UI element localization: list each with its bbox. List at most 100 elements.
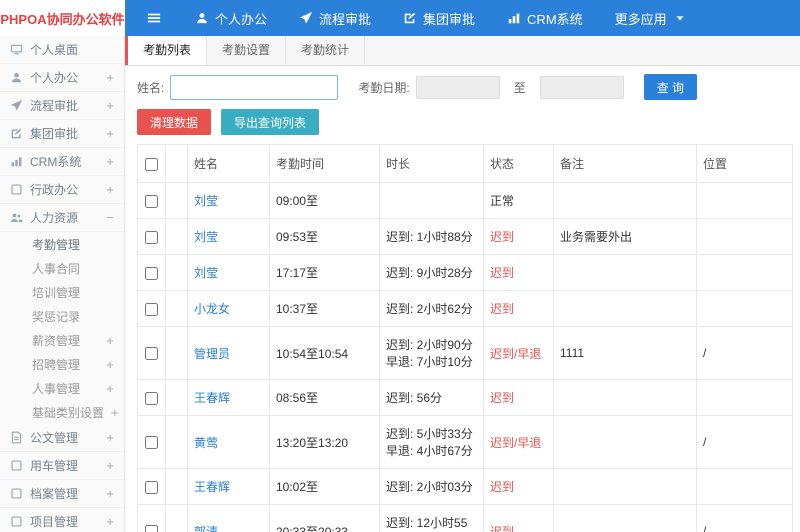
note-cell: 业务需要外出: [553, 218, 697, 255]
expand-toggle-icon[interactable]: −: [106, 210, 114, 225]
expand-toggle-icon[interactable]: +: [106, 182, 114, 197]
sidebar-item-project-management[interactable]: 项目管理 +: [0, 508, 124, 532]
expand-toggle-icon[interactable]: +: [106, 154, 114, 169]
sidebar-item-label: 人力资源: [30, 211, 79, 225]
sidebar-item-reward-punishment[interactable]: 奖惩记录: [0, 304, 124, 328]
sidebar-item-vehicle-management[interactable]: 用车管理 +: [0, 452, 124, 480]
employee-name-cell: 王春辉: [187, 468, 270, 505]
expand-toggle-icon[interactable]: +: [106, 126, 114, 141]
sidebar-item-personnel-management[interactable]: 人事管理 +: [0, 376, 124, 400]
note-cell: [553, 415, 697, 469]
date-end-input[interactable]: [539, 75, 624, 99]
sidebar-item-group-approval[interactable]: 集团审批 +: [0, 120, 124, 148]
column-header: 考勤时间: [269, 144, 380, 183]
row-checkbox[interactable]: [145, 302, 158, 316]
status-cell: 迟到: [483, 218, 554, 255]
employee-name-link[interactable]: 刘莹: [194, 266, 218, 280]
sidebar-item-crm-system[interactable]: CRM系统 +: [0, 148, 124, 176]
sidebar-item-admin-office[interactable]: 行政办公 +: [0, 176, 124, 204]
sidebar-item-training-management[interactable]: 培训管理: [0, 280, 124, 304]
topnav-item-crm-system[interactable]: CRM系统: [491, 0, 599, 36]
row-spacer-cell: [165, 415, 188, 469]
note-cell: [553, 504, 697, 532]
topnav-item-group-approval[interactable]: 集团审批: [387, 0, 491, 36]
expand-toggle-icon[interactable]: +: [106, 333, 114, 348]
topnav-item-label: 个人办公: [215, 11, 268, 27]
sidebar-item-label: 招聘管理: [32, 357, 81, 372]
filter-row: 姓名: 考勤日期: 至 查 询: [125, 66, 800, 107]
note-cell: [553, 254, 697, 291]
location-cell: [696, 468, 793, 505]
date-start-input[interactable]: [415, 75, 500, 99]
expand-toggle-icon[interactable]: +: [106, 514, 114, 529]
select-all-checkbox[interactable]: [145, 157, 158, 171]
search-button[interactable]: 查 询: [643, 74, 698, 100]
employee-name-cell: 郭清: [187, 504, 270, 532]
top-nav: 个人办公 流程审批 集团审批 CRM系统 更多应用: [179, 0, 703, 36]
employee-name-link[interactable]: 刘莹: [194, 230, 218, 244]
sidebar-item-workflow-approval[interactable]: 流程审批 +: [0, 92, 124, 120]
sidebar-item-salary-management[interactable]: 薪资管理 +: [0, 328, 124, 352]
expand-toggle-icon[interactable]: +: [106, 98, 114, 113]
sidebar-item-attendance-management[interactable]: 考勤管理: [0, 232, 124, 256]
topnav-item-more-apps[interactable]: 更多应用: [599, 0, 703, 36]
sidebar-item-archive-management[interactable]: 档案管理 +: [0, 480, 124, 508]
sidebar-item-label: 公文管理: [30, 431, 79, 445]
duration-cell: 迟到: 1小时88分: [379, 218, 484, 255]
status-cell: 迟到: [483, 290, 554, 327]
row-checkbox[interactable]: [145, 391, 158, 405]
export-list-button[interactable]: 导出查询列表: [221, 109, 320, 135]
table-row: 王春辉 10:02至 迟到: 2小时03分 迟到: [137, 468, 793, 505]
tab-attendance-list[interactable]: 考勤列表: [128, 36, 208, 65]
column-header: 时长: [379, 144, 484, 183]
sidebar: 个人桌面 个人办公 + 流程审批 + 集团审批 + CRM系统 + 行政办公 + 人力资源 − 考勤管理人…: [0, 36, 125, 532]
tab-attendance-settings[interactable]: 考勤设置: [207, 36, 287, 65]
sidebar-item-label: 人事管理: [32, 381, 81, 396]
row-checkbox[interactable]: [145, 194, 158, 208]
sidebar-item-document-management[interactable]: 公文管理 +: [0, 424, 124, 452]
expand-toggle-icon[interactable]: +: [106, 486, 114, 501]
sidebar-item-human-resources[interactable]: 人力资源 −: [0, 204, 124, 232]
tab-attendance-stats[interactable]: 考勤统计: [286, 36, 366, 65]
employee-name-link[interactable]: 王春辉: [194, 480, 230, 494]
expand-toggle-icon[interactable]: +: [106, 430, 114, 445]
name-filter-input[interactable]: [170, 74, 339, 100]
row-checkbox[interactable]: [145, 480, 158, 494]
row-checkbox[interactable]: [145, 347, 158, 361]
row-spacer-cell: [165, 504, 188, 532]
sidebar-item-personal-office[interactable]: 个人办公 +: [0, 64, 124, 92]
expand-toggle-icon[interactable]: +: [106, 458, 114, 473]
menu-toggle-button[interactable]: [147, 11, 161, 25]
attendance-time-cell: 17:17至: [269, 254, 380, 291]
sidebar-item-label: 项目管理: [30, 515, 79, 529]
expand-toggle-icon[interactable]: +: [106, 381, 114, 396]
select-all-cell: [137, 144, 166, 183]
employee-name-link[interactable]: 王春辉: [194, 391, 230, 405]
row-checkbox[interactable]: [145, 436, 158, 450]
sidebar-item-basic-category-settings[interactable]: 基础类别设置 +: [0, 400, 124, 424]
row-checkbox[interactable]: [145, 266, 158, 280]
employee-name-link[interactable]: 黄莺: [194, 436, 218, 450]
topnav-item-personal-office[interactable]: 个人办公: [179, 0, 283, 36]
topnav-item-workflow-approval[interactable]: 流程审批: [283, 0, 387, 36]
sidebar-item-hr-contract[interactable]: 人事合同: [0, 256, 124, 280]
sidebar-item-recruitment-management[interactable]: 招聘管理 +: [0, 352, 124, 376]
row-checkbox[interactable]: [145, 230, 158, 244]
location-cell: [696, 218, 793, 255]
name-filter-label: 姓名:: [137, 80, 165, 95]
sidebar-item-personal-desktop[interactable]: 个人桌面: [0, 36, 124, 64]
row-checkbox[interactable]: [145, 525, 158, 532]
employee-name-link[interactable]: 郭清: [194, 525, 218, 532]
tab-bar: 考勤列表 考勤设置 考勤统计: [125, 36, 800, 66]
employee-name-link[interactable]: 刘莹: [194, 194, 218, 208]
expand-toggle-icon[interactable]: +: [106, 357, 114, 372]
employee-name-link[interactable]: 小龙女: [194, 302, 230, 316]
clean-data-button[interactable]: 清理数据: [137, 109, 212, 135]
expand-toggle-icon[interactable]: +: [111, 405, 119, 420]
location-cell: [696, 290, 793, 327]
expand-toggle-icon[interactable]: +: [106, 70, 114, 85]
sidebar-item-label: 奖惩记录: [32, 309, 81, 324]
employee-name-cell: 刘莹: [187, 218, 270, 255]
employee-name-link[interactable]: 管理员: [194, 347, 230, 361]
row-checkbox-cell: [137, 218, 166, 255]
